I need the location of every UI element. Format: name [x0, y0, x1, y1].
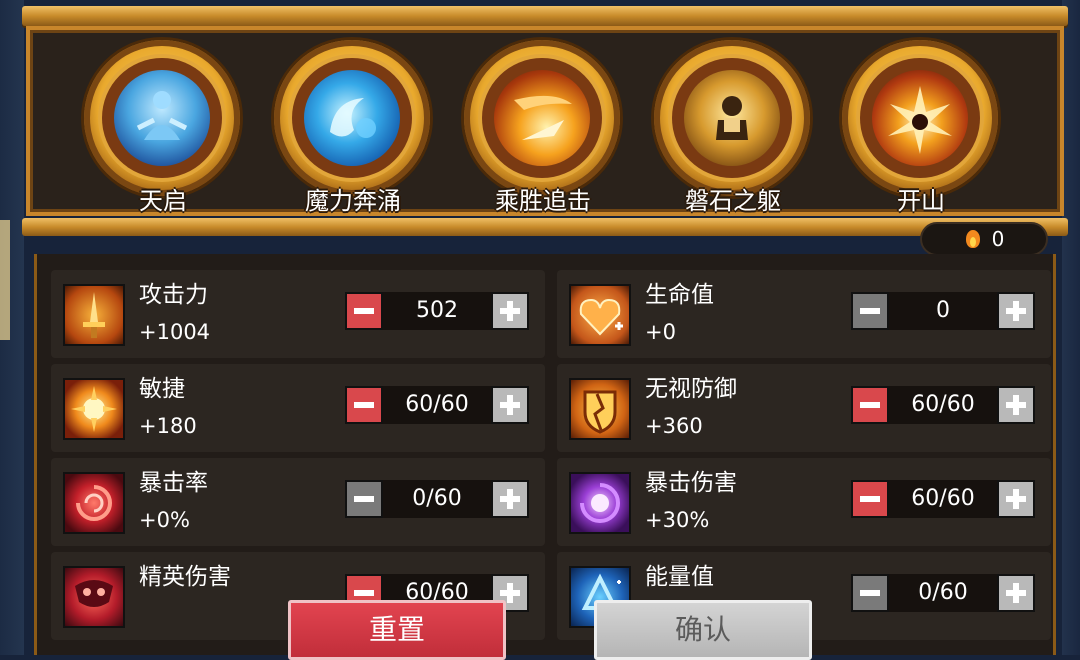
skills-panel: 天启 魔力奔涌 乘胜追击 磐石之躯 开山 [26, 26, 1064, 216]
stat-value: 502 [383, 292, 491, 330]
increase-button[interactable] [997, 386, 1035, 424]
stat-health: 生命值 +0 0 [557, 270, 1051, 358]
stat-name: 无视防御 [645, 376, 737, 402]
fire-slash-icon [494, 70, 590, 166]
flame-icon [964, 228, 982, 250]
stat-armor-penetration: 无视防御 +360 60/60 [557, 364, 1051, 452]
stat-agility: 敏捷 +180 60/60 [51, 364, 545, 452]
decrease-button[interactable] [851, 480, 889, 518]
skill-label: 开山 [897, 187, 945, 215]
explosion-icon [872, 70, 968, 166]
sun-burst-icon [63, 378, 125, 440]
decrease-button[interactable] [851, 292, 889, 330]
skill-label: 磐石之躯 [685, 187, 781, 215]
increase-button[interactable] [491, 386, 529, 424]
skill-ring [842, 40, 998, 196]
increase-button[interactable] [491, 292, 529, 330]
heart-icon [569, 284, 631, 346]
confirm-button[interactable]: 确认 [594, 600, 812, 660]
stats-panel[interactable]: 攻击力 +1004 502 生命值 +0 0 敏捷 +180 60/60 无视防… [34, 254, 1056, 655]
water-surge-icon [304, 70, 400, 166]
broken-shield-icon [569, 378, 631, 440]
stat-bonus: +180 [139, 414, 197, 438]
decrease-button[interactable] [851, 386, 889, 424]
stat-name: 攻击力 [139, 282, 208, 308]
stat-value: 0 [889, 292, 997, 330]
stat-bonus: +0 [645, 320, 676, 344]
skill-chengsheng-zhuiji[interactable]: 乘胜追击 [458, 40, 628, 220]
red-vortex-icon [63, 472, 125, 534]
decrease-button[interactable] [345, 386, 383, 424]
stat-crit-rate: 暴击率 +0% 0/60 [51, 458, 545, 546]
stat-bonus: +1004 [139, 320, 211, 344]
top-gold-rail [22, 6, 1068, 26]
increase-button[interactable] [997, 480, 1035, 518]
stat-value: 60/60 [383, 386, 491, 424]
stat-name: 能量值 [645, 564, 714, 590]
points-value: 0 [991, 227, 1005, 251]
stat-name: 精英伤害 [139, 564, 231, 590]
meditating-figure-icon [114, 70, 210, 166]
stat-bonus: +30% [645, 508, 710, 532]
stat-crit-damage: 暴击伤害 +30% 60/60 [557, 458, 1051, 546]
background-right [1062, 0, 1080, 655]
skill-kaishan[interactable]: 开山 [836, 40, 1006, 220]
purple-vortex-icon [569, 472, 631, 534]
stat-value: 0/60 [383, 480, 491, 518]
skill-label: 天启 [139, 187, 187, 215]
stat-name: 暴击伤害 [645, 470, 737, 496]
stat-name: 生命值 [645, 282, 714, 308]
skill-panshi-zhiqu[interactable]: 磐石之躯 [648, 40, 818, 220]
decrease-button[interactable] [345, 480, 383, 518]
skill-label: 魔力奔涌 [305, 187, 401, 215]
stat-value: 60/60 [889, 480, 997, 518]
middle-gold-rail [22, 218, 1068, 236]
stone-body-icon [684, 70, 780, 166]
decrease-button[interactable] [345, 292, 383, 330]
stat-bonus: +0% [139, 508, 190, 532]
background-strip [0, 220, 10, 340]
skill-ring [464, 40, 620, 196]
stat-value: 60/60 [889, 386, 997, 424]
skill-ring [654, 40, 810, 196]
stat-name: 暴击率 [139, 470, 208, 496]
elite-mask-icon [63, 566, 125, 628]
skill-ring [274, 40, 430, 196]
reset-button[interactable]: 重置 [288, 600, 506, 660]
background-left [0, 0, 24, 655]
points-counter: 0 [920, 222, 1048, 256]
stat-name: 敏捷 [139, 376, 185, 402]
sword-icon [63, 284, 125, 346]
increase-button[interactable] [491, 480, 529, 518]
skill-tianqi[interactable]: 天启 [78, 40, 248, 220]
stat-attack: 攻击力 +1004 502 [51, 270, 545, 358]
increase-button[interactable] [997, 574, 1035, 612]
increase-button[interactable] [997, 292, 1035, 330]
stat-bonus: +360 [645, 414, 703, 438]
decrease-button[interactable] [851, 574, 889, 612]
skill-ring [84, 40, 240, 196]
skill-label: 乘胜追击 [495, 187, 591, 215]
skill-moli-bengyong[interactable]: 魔力奔涌 [268, 40, 438, 220]
stat-value: 0/60 [889, 574, 997, 612]
